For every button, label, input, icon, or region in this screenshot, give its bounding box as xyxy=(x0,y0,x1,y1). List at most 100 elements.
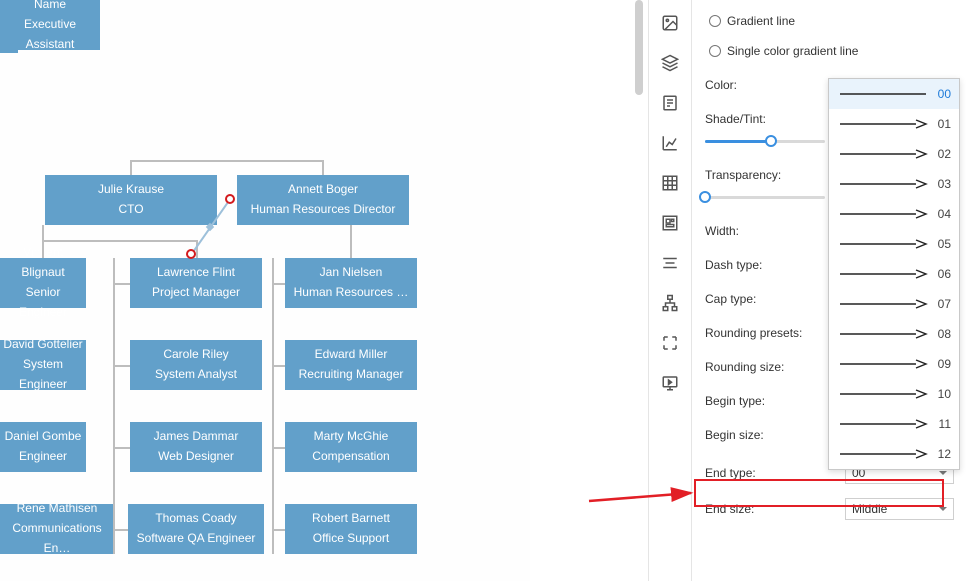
line-style-option[interactable]: 08 xyxy=(829,319,959,349)
table-icon[interactable] xyxy=(661,174,679,192)
connector xyxy=(272,447,285,449)
node-role: Web Designer xyxy=(132,447,260,467)
node-name: Thomas Coady xyxy=(130,509,262,529)
line-style-number: 03 xyxy=(931,177,951,191)
node-name: Name xyxy=(2,0,98,15)
connector xyxy=(113,283,130,285)
properties-icon-rail xyxy=(648,0,692,581)
org-node[interactable]: Jan Nielsen Human Resources … xyxy=(285,258,417,308)
line-style-option[interactable]: 02 xyxy=(829,139,959,169)
radio-label: Single color gradient line xyxy=(727,44,858,58)
line-style-option[interactable]: 07 xyxy=(829,289,959,319)
line-preview-icon xyxy=(835,387,931,401)
line-style-number: 00 xyxy=(931,87,951,101)
node-role: Executive Assistant xyxy=(2,15,98,55)
radio-input[interactable] xyxy=(709,15,721,27)
line-preview-icon xyxy=(835,327,931,341)
slider-shade-tint[interactable] xyxy=(705,132,825,150)
line-style-number: 11 xyxy=(931,417,951,431)
org-node[interactable]: Lawrence Flint Project Manager xyxy=(130,258,262,308)
node-name: Robert Barnett xyxy=(287,509,415,529)
node-role: Compensation xyxy=(287,447,415,467)
connector xyxy=(272,365,285,367)
line-preview-icon xyxy=(835,447,931,461)
line-preview-icon xyxy=(835,267,931,281)
line-preview-icon xyxy=(835,417,931,431)
org-node[interactable]: Edward Miller Recruiting Manager xyxy=(285,340,417,390)
line-style-option[interactable]: 11 xyxy=(829,409,959,439)
line-preview-icon xyxy=(835,147,931,161)
node-role: Senior Engineer xyxy=(2,283,84,323)
label-cap-type: Cap type: xyxy=(705,292,845,306)
line-style-number: 04 xyxy=(931,207,951,221)
node-name: Jan Nielsen xyxy=(287,263,415,283)
line-style-number: 09 xyxy=(931,357,951,371)
label-end-type: End type: xyxy=(705,466,845,480)
line-style-option[interactable]: 00 xyxy=(829,79,959,109)
image-icon[interactable] xyxy=(661,14,679,32)
line-style-option[interactable]: 12 xyxy=(829,439,959,469)
chart-icon[interactable] xyxy=(661,134,679,152)
node-name: Edward Miller xyxy=(287,345,415,365)
connector xyxy=(272,258,274,554)
label-rounding-size: Rounding size: xyxy=(705,360,845,374)
line-style-option[interactable]: 01 xyxy=(829,109,959,139)
org-node[interactable]: Rene Mathisen Communications En… xyxy=(0,504,114,554)
layout-icon[interactable] xyxy=(661,214,679,232)
line-preview-icon xyxy=(835,87,931,101)
line-style-option[interactable]: 10 xyxy=(829,379,959,409)
line-style-option[interactable]: 04 xyxy=(829,199,959,229)
org-node[interactable]: Vincent Blignaut Senior Engineer xyxy=(0,258,86,308)
connector xyxy=(272,529,285,531)
layers-icon[interactable] xyxy=(661,54,679,72)
node-name: Daniel Gombe xyxy=(2,427,84,447)
line-style-option[interactable]: 06 xyxy=(829,259,959,289)
line-style-number: 01 xyxy=(931,117,951,131)
line-style-option[interactable]: 09 xyxy=(829,349,959,379)
line-style-option[interactable]: 05 xyxy=(829,229,959,259)
org-node[interactable]: Marty McGhie Compensation xyxy=(285,422,417,472)
radio-gradient-line[interactable]: Gradient line xyxy=(705,10,954,32)
line-style-option[interactable]: 03 xyxy=(829,169,959,199)
line-style-flyout[interactable]: 00 01 02 03 04 05 06 07 08 09 10 11 12 xyxy=(828,78,960,470)
line-style-number: 08 xyxy=(931,327,951,341)
connector-handle-end[interactable] xyxy=(225,194,235,204)
org-node[interactable]: Daniel Gombe Engineer xyxy=(0,422,86,472)
node-role: Recruiting Manager xyxy=(287,365,415,385)
org-node[interactable]: Thomas Coady Software QA Engineer xyxy=(128,504,264,554)
expand-icon[interactable] xyxy=(661,334,679,352)
org-node[interactable]: James Dammar Web Designer xyxy=(130,422,262,472)
diagram-canvas[interactable]: Name Executive Assistant Julie Krause CT… xyxy=(0,0,530,581)
node-name: Rene Mathisen xyxy=(2,499,112,519)
line-style-number: 06 xyxy=(931,267,951,281)
radio-input[interactable] xyxy=(709,45,721,57)
node-name: Lawrence Flint xyxy=(132,263,260,283)
hierarchy-icon[interactable] xyxy=(661,294,679,312)
org-node[interactable]: Carole Riley System Analyst xyxy=(130,340,262,390)
connector-handle-start[interactable] xyxy=(186,249,196,259)
org-node-annett[interactable]: Annett Boger Human Resources Director xyxy=(237,175,409,225)
label-begin-size: Begin size: xyxy=(705,428,845,442)
dropdown-end-size[interactable]: Middle xyxy=(845,498,954,520)
slider-transparency[interactable] xyxy=(705,188,825,206)
document-icon[interactable] xyxy=(661,94,679,112)
connector xyxy=(130,160,323,162)
connector xyxy=(113,447,130,449)
radio-single-gradient-line[interactable]: Single color gradient line xyxy=(705,40,954,62)
connector xyxy=(113,529,128,531)
connector xyxy=(130,160,132,175)
label-width: Width: xyxy=(705,224,845,238)
connector xyxy=(272,283,285,285)
org-node[interactable]: David Gottelier System Engineer xyxy=(0,340,86,390)
node-role: Human Resources Director xyxy=(239,200,407,220)
node-role: System Analyst xyxy=(132,365,260,385)
org-node-julie[interactable]: Julie Krause CTO xyxy=(45,175,217,225)
node-name: David Gottelier xyxy=(2,335,84,355)
org-node-head[interactable]: Name Executive Assistant xyxy=(0,0,100,50)
line-preview-icon xyxy=(835,237,931,251)
line-style-number: 05 xyxy=(931,237,951,251)
org-node[interactable]: Robert Barnett Office Support xyxy=(285,504,417,554)
dropdown-value: Middle xyxy=(852,502,887,516)
presentation-icon[interactable] xyxy=(661,374,679,392)
align-icon[interactable] xyxy=(661,254,679,272)
